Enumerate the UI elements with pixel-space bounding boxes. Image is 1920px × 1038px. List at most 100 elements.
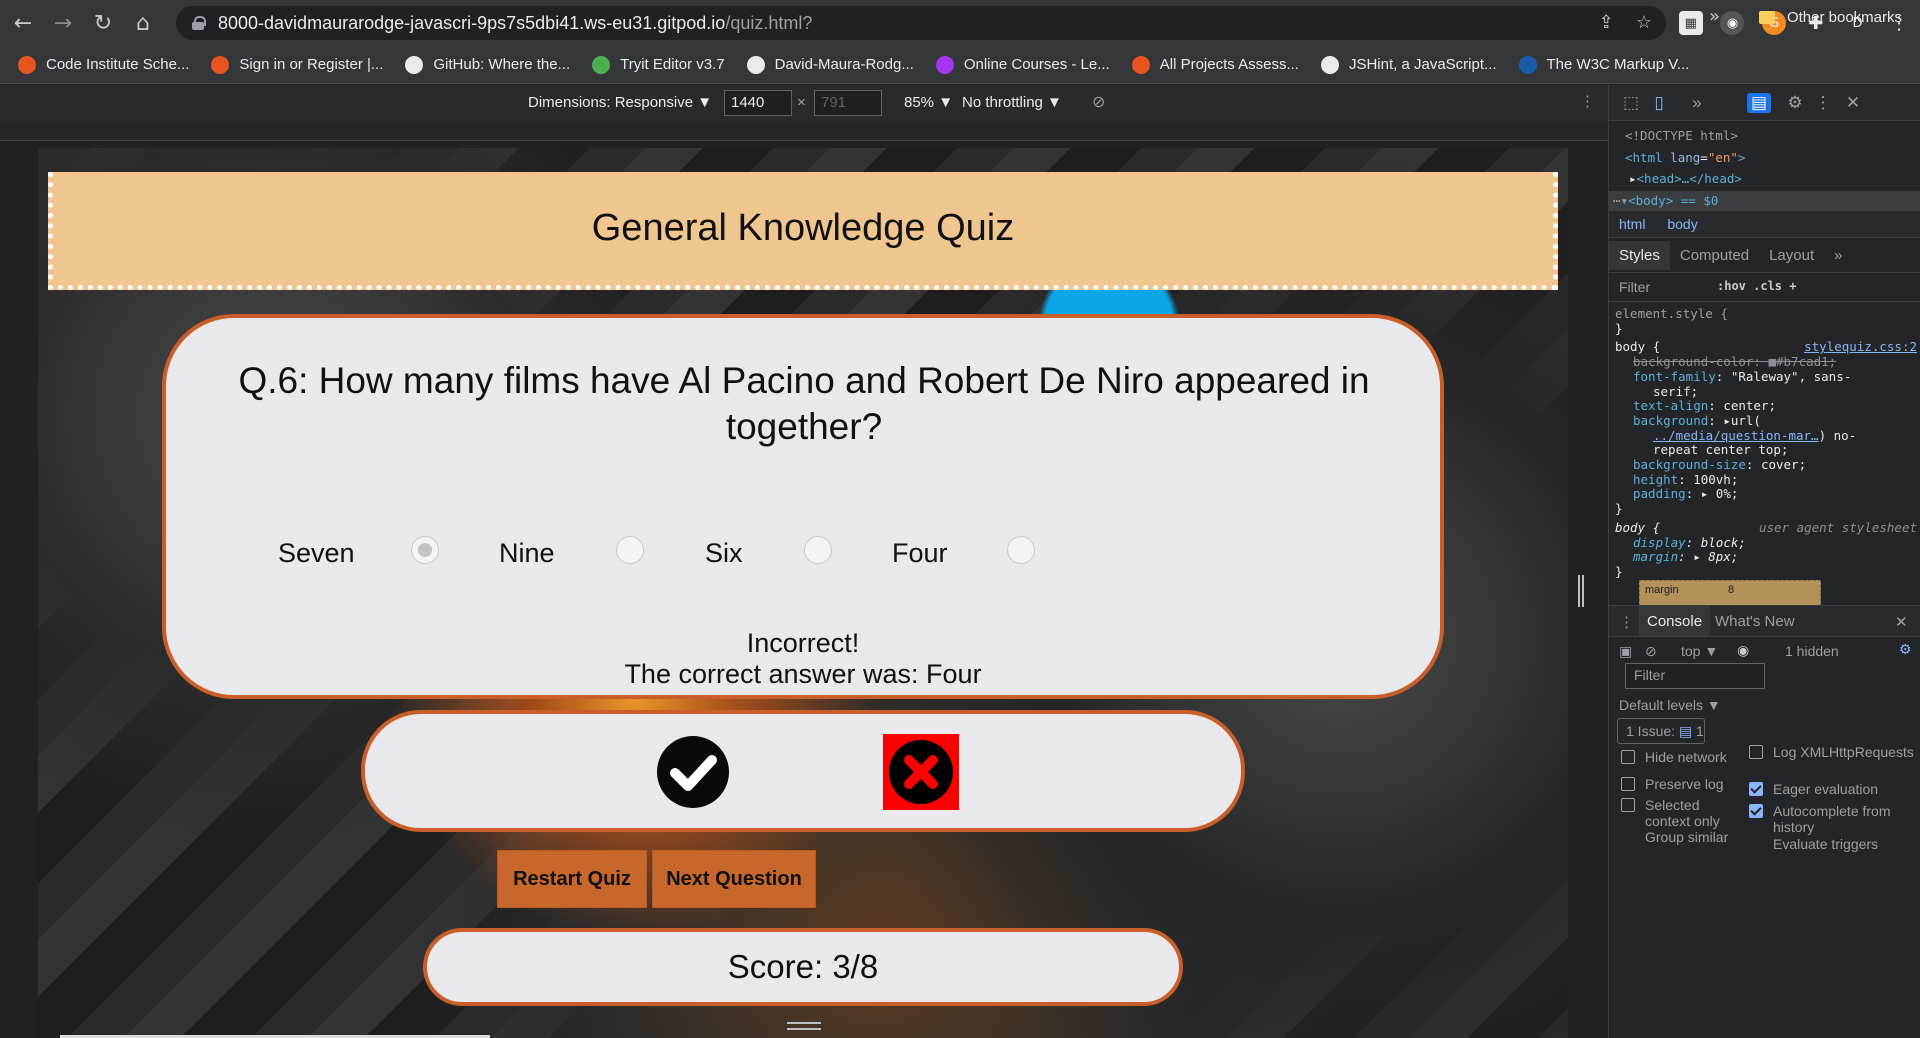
width-input[interactable]: 1440 <box>724 90 792 116</box>
devtools-panel: ⬚ ▯ » ▤ ⚙ ⋮ ✕ <!DOCTYPE html> <html lang… <box>1608 85 1920 1038</box>
issues-badge[interactable]: 1 Issue: ▤ 1 <box>1617 718 1705 744</box>
hide-network-checkbox[interactable]: Hide network <box>1621 749 1727 765</box>
tab-layout[interactable]: Layout <box>1759 241 1824 270</box>
crumb-body[interactable]: body <box>1667 216 1697 232</box>
background-url-link[interactable]: ../media/question-mar… <box>1653 428 1819 443</box>
close-drawer-icon[interactable]: ✕ <box>1895 613 1908 631</box>
bookmarks-overflow-icon[interactable]: » <box>1709 6 1720 27</box>
bookmark-item[interactable]: Online Courses - Le... <box>935 55 1110 74</box>
question-text: Q.6: How many films have Al Pacino and R… <box>238 360 1370 447</box>
height-input[interactable]: 791 <box>814 90 882 116</box>
bookmark-item[interactable]: All Projects Assess... <box>1131 55 1299 74</box>
option-radio-six[interactable] <box>804 536 832 564</box>
folder-icon <box>1758 11 1775 24</box>
forward-icon[interactable]: → <box>46 6 80 40</box>
restart-quiz-button[interactable]: Restart Quiz <box>497 850 647 908</box>
quiz-header: General Knowledge Quiz <box>48 172 1558 290</box>
bookmark-favicon-icon <box>405 55 424 74</box>
qr-extension-icon[interactable]: ▦ <box>1678 11 1703 35</box>
crumb-html[interactable]: html <box>1619 216 1645 232</box>
bookmark-label: David-Maura-Rodg... <box>774 56 914 73</box>
bottom-resize-handle[interactable] <box>787 1022 821 1030</box>
dimensions-select[interactable]: Dimensions: Responsive ▼ <box>528 94 712 111</box>
option-label-nine: Nine <box>499 538 555 568</box>
body-rule-selector: body { <box>1615 339 1661 355</box>
viewport-resize-handle[interactable] <box>1578 575 1584 607</box>
stylesheet-source-link[interactable]: stylequiz.css:2 <box>1804 340 1917 355</box>
group-similar-label[interactable]: Group similar <box>1645 829 1728 845</box>
rotate-icon[interactable]: ⊘ <box>1092 92 1105 112</box>
owl-extension-icon[interactable]: ◉ <box>1720 11 1745 35</box>
drawer-menu-icon[interactable]: ⋮ <box>1619 613 1634 631</box>
sidebar-toggle-icon[interactable]: ▣ <box>1619 643 1632 660</box>
tabs-overflow-icon[interactable]: » <box>1824 241 1852 270</box>
other-bookmarks[interactable]: Other bookmarks <box>1758 9 1902 26</box>
log-xhr-checkbox[interactable]: Log XMLHttpRequests <box>1749 744 1914 760</box>
doctype-node[interactable]: <!DOCTYPE html> <box>1625 125 1920 147</box>
inspect-element-icon[interactable]: ⬚ <box>1621 93 1641 113</box>
option-radio-four[interactable] <box>1007 536 1035 564</box>
option-radio-nine[interactable] <box>616 536 644 564</box>
styles-tabs: Styles Computed Layout » <box>1609 239 1920 271</box>
devtools-menu-icon[interactable]: ⋮ <box>1813 93 1833 113</box>
reload-icon[interactable]: ↻ <box>86 6 120 40</box>
evaluate-triggers-label[interactable]: Evaluate triggers <box>1773 836 1878 852</box>
bookmark-item[interactable]: Sign in or Register |... <box>211 55 383 74</box>
option-label-four: Four <box>892 538 948 568</box>
element-style-selector: element.style { <box>1615 306 1728 321</box>
feedback-result: Incorrect! <box>746 628 860 658</box>
bookmark-item[interactable]: GitHub: Where the... <box>405 55 571 74</box>
body-node-selected[interactable]: ⋯▾<body> == $0 <box>1609 191 1920 210</box>
bookmark-label: Tryit Editor v3.7 <box>620 56 725 73</box>
head-node[interactable]: ▸<head>…</head> <box>1625 168 1920 190</box>
option-radio-seven[interactable] <box>411 536 439 564</box>
bookmark-item[interactable]: David-Maura-Rodg... <box>746 55 914 74</box>
device-toggle-icon[interactable]: ▯ <box>1649 93 1669 113</box>
autocomplete-history-checkbox[interactable]: Autocomplete from history <box>1749 803 1914 835</box>
option-label-seven: Seven <box>278 538 355 568</box>
hov-cls-controls[interactable]: :hov .cls + <box>1717 279 1796 293</box>
address-bar[interactable]: 8000-davidmaurarodge-javascri-9ps7s5dbi4… <box>176 6 1666 40</box>
issues-icon[interactable]: ▤ <box>1747 93 1771 113</box>
settings-gear-icon[interactable]: ⚙ <box>1785 93 1805 113</box>
tab-computed[interactable]: Computed <box>1670 241 1759 270</box>
more-panels-icon[interactable]: » <box>1687 93 1707 113</box>
result-icons-card <box>361 710 1245 832</box>
bookmark-item[interactable]: JSHint, a JavaScript... <box>1320 55 1497 74</box>
throttling-select[interactable]: No throttling ▼ <box>962 94 1062 111</box>
back-icon[interactable]: ← <box>6 6 40 40</box>
tab-whats-new[interactable]: What's New <box>1715 613 1795 630</box>
next-question-button[interactable]: Next Question <box>652 850 816 908</box>
eager-evaluation-checkbox[interactable]: Eager evaluation <box>1749 781 1878 797</box>
media-query-ruler <box>0 121 1608 141</box>
share-icon[interactable]: ⇪ <box>1599 12 1614 33</box>
home-icon[interactable]: ⌂ <box>126 6 160 40</box>
bookmark-item[interactable]: Tryit Editor v3.7 <box>592 55 725 74</box>
console-settings-icon[interactable]: ⚙ <box>1899 641 1912 658</box>
tab-console[interactable]: Console <box>1639 606 1711 636</box>
clear-console-icon[interactable]: ⊘ <box>1645 643 1657 660</box>
selected-context-checkbox[interactable]: Selected context only <box>1621 797 1746 829</box>
console-filter-input[interactable]: Filter <box>1625 663 1765 689</box>
dom-breadcrumb: html body <box>1609 210 1920 238</box>
bookmark-label: Online Courses - Le... <box>963 56 1110 73</box>
device-menu-icon[interactable]: ⋮ <box>1580 92 1595 110</box>
bookmark-label: GitHub: Where the... <box>433 56 571 73</box>
log-levels-select[interactable]: Default levels ▼ <box>1619 697 1721 713</box>
css-background-color[interactable]: background-color: ■#b7cad1; <box>1615 354 1920 370</box>
bookmark-item[interactable]: The W3C Markup V... <box>1518 55 1689 74</box>
bookmark-item[interactable]: Code Institute Sche... <box>18 55 189 74</box>
live-expression-eye-icon[interactable]: ◉ <box>1737 642 1749 659</box>
zoom-select[interactable]: 85% ▼ <box>904 94 953 111</box>
html-node[interactable]: <html lang="en"> <box>1625 147 1920 169</box>
context-select[interactable]: top ▼ <box>1681 643 1718 659</box>
bookmark-favicon-icon <box>18 55 36 74</box>
styles-filter-input[interactable]: Filter <box>1619 279 1650 295</box>
tab-styles[interactable]: Styles <box>1609 240 1670 270</box>
close-devtools-icon[interactable]: ✕ <box>1843 93 1863 113</box>
lock-icon <box>192 16 206 30</box>
styles-filter-bar: Filter :hov .cls + <box>1609 272 1920 302</box>
dimension-separator: × <box>797 94 806 111</box>
bookmark-star-icon[interactable]: ☆ <box>1636 12 1652 33</box>
preserve-log-checkbox[interactable]: Preserve log <box>1621 776 1724 792</box>
